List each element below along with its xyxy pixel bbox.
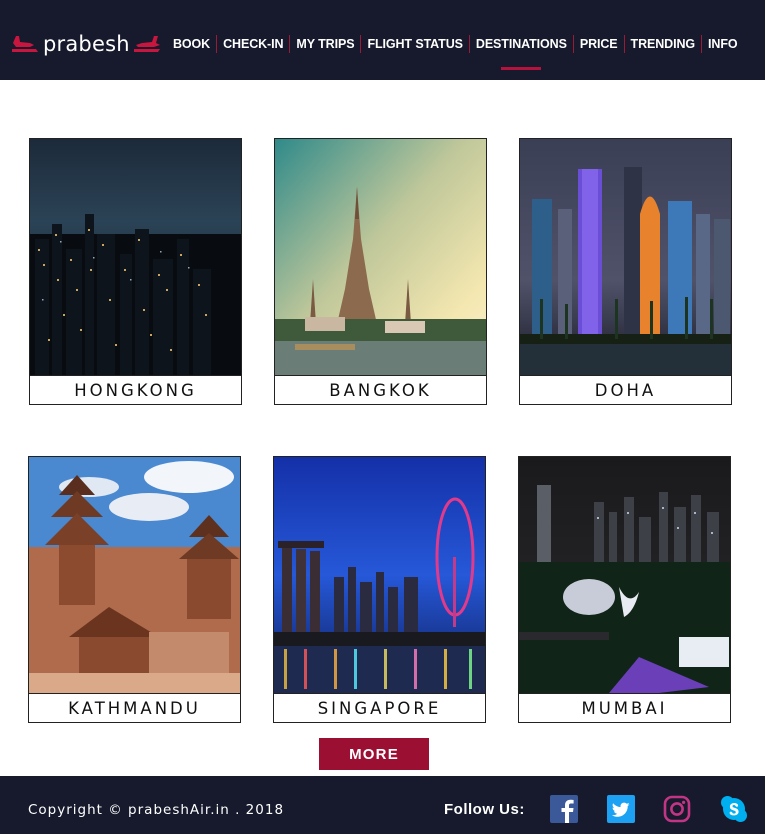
doha-photo bbox=[520, 139, 731, 375]
destination-name: MUMBAI bbox=[519, 693, 730, 722]
destination-card-singapore[interactable]: SINGAPORE bbox=[273, 456, 486, 723]
nav-price[interactable]: PRICE bbox=[574, 37, 624, 51]
instagram-icon[interactable] bbox=[663, 795, 691, 823]
facebook-icon[interactable] bbox=[550, 795, 578, 823]
twitter-icon[interactable] bbox=[607, 795, 635, 823]
more-button[interactable]: MORE bbox=[319, 738, 429, 770]
nav-my-trips[interactable]: MY TRIPS bbox=[290, 37, 360, 51]
copyright-text: Copyright © prabeshAir.in . 2018 bbox=[28, 802, 285, 818]
destination-card-mumbai[interactable]: MUMBAI bbox=[518, 456, 731, 723]
destination-name: KATHMANDU bbox=[29, 693, 240, 722]
destination-name: HONGKONG bbox=[30, 375, 241, 404]
brand-logo[interactable]: prabesh bbox=[10, 28, 162, 60]
brand-name: prabesh bbox=[43, 32, 130, 56]
nav-flight-status[interactable]: FLIGHT STATUS bbox=[361, 37, 468, 51]
nav-info[interactable]: INFO bbox=[702, 37, 743, 51]
site-header: prabesh BOOK CHECK-IN MY TRIPS FLIGHT ST… bbox=[0, 0, 765, 80]
bangkok-photo bbox=[275, 139, 486, 375]
kathmandu-photo bbox=[29, 457, 240, 693]
main-nav: BOOK CHECK-IN MY TRIPS FLIGHT STATUS DES… bbox=[167, 33, 743, 55]
destination-card-bangkok[interactable]: BANGKOK bbox=[274, 138, 487, 405]
destination-card-kathmandu[interactable]: KATHMANDU bbox=[28, 456, 241, 723]
plane-right-icon bbox=[133, 36, 160, 52]
nav-book[interactable]: BOOK bbox=[167, 37, 216, 51]
plane-left-icon bbox=[12, 36, 38, 52]
hongkong-photo bbox=[30, 139, 241, 375]
mumbai-photo bbox=[519, 457, 730, 693]
nav-trending[interactable]: TRENDING bbox=[625, 37, 701, 51]
destination-name: SINGAPORE bbox=[274, 693, 485, 722]
site-footer: Copyright © prabeshAir.in . 2018 Follow … bbox=[0, 776, 765, 834]
singapore-photo bbox=[274, 457, 485, 693]
nav-check-in[interactable]: CHECK-IN bbox=[217, 37, 289, 51]
destination-card-hongkong[interactable]: HONGKONG bbox=[29, 138, 242, 405]
follow-us-label: Follow Us: bbox=[444, 801, 525, 818]
destination-card-doha[interactable]: DOHA bbox=[519, 138, 732, 405]
destination-name: DOHA bbox=[520, 375, 731, 404]
destination-name: BANGKOK bbox=[275, 375, 486, 404]
nav-destinations[interactable]: DESTINATIONS bbox=[470, 37, 573, 51]
skype-icon[interactable] bbox=[720, 795, 748, 823]
